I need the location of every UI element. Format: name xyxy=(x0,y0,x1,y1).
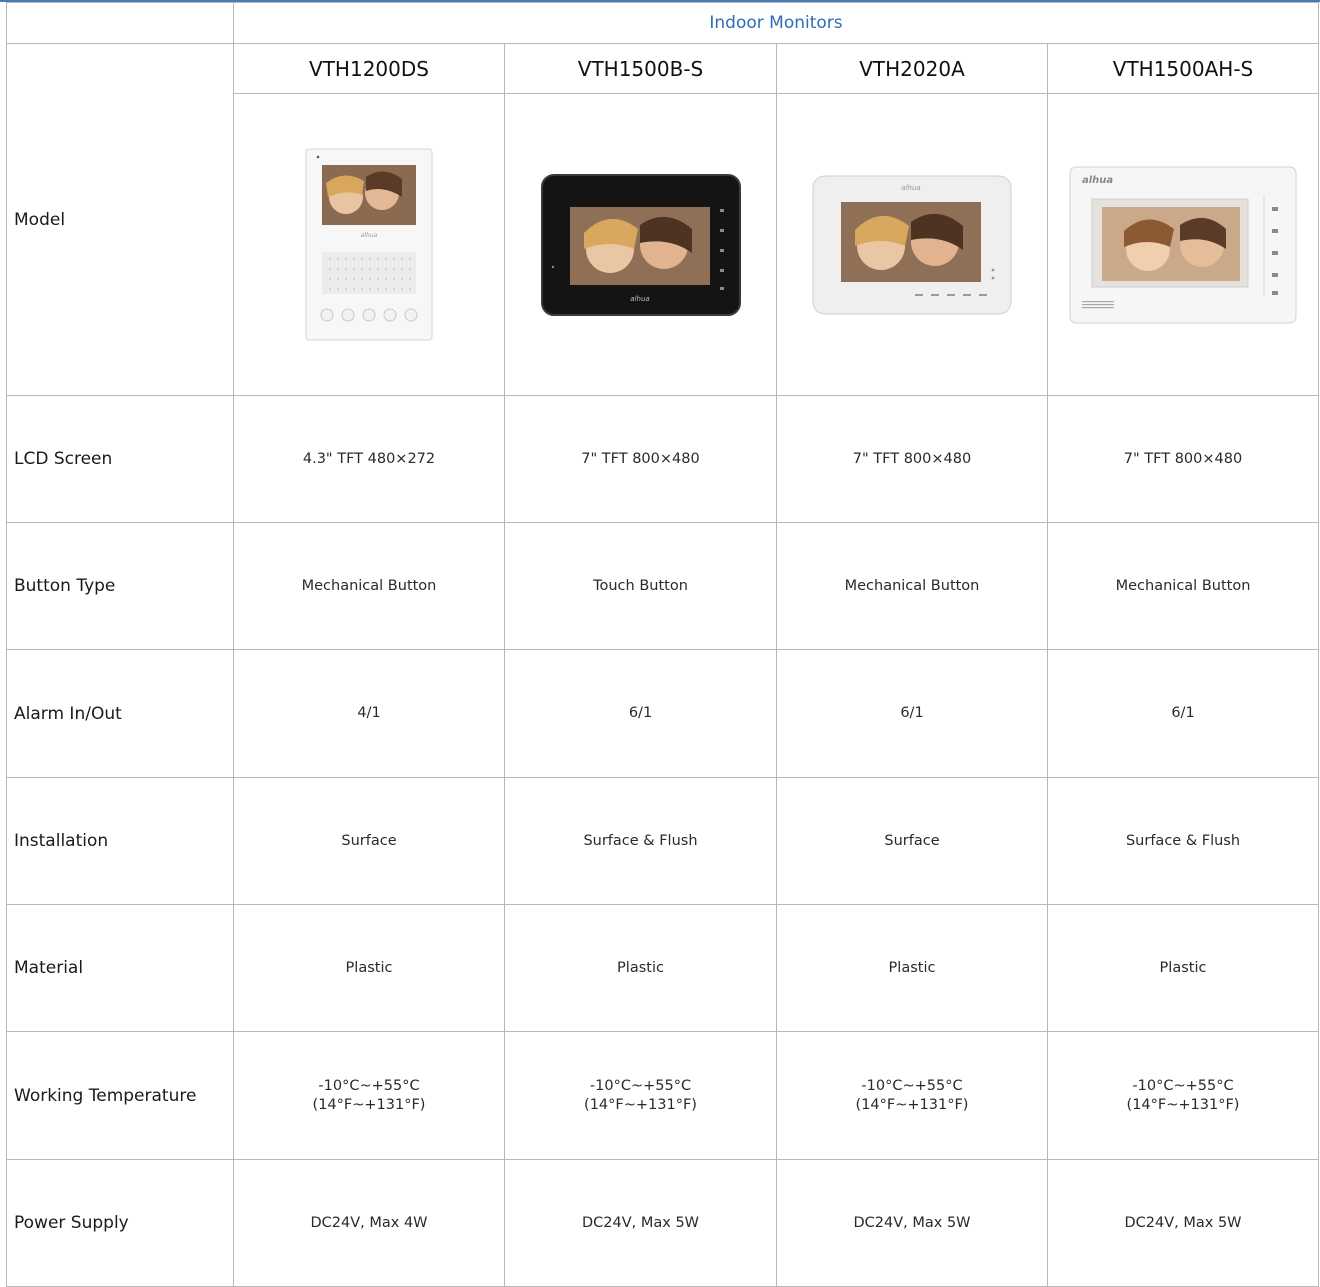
temp-celsius: -10°C~+55°C xyxy=(861,1077,963,1094)
spec-value: Plastic xyxy=(776,904,1048,1032)
spec-row: Button Type Mechanical Button Touch Butt… xyxy=(6,522,1320,650)
spec-value: Mechanical Button xyxy=(776,522,1048,650)
brand-logo: alhua xyxy=(901,184,920,192)
spec-row: Installation Surface Surface & Flush Sur… xyxy=(6,777,1320,905)
spec-value: -10°C~+55°C (14°F~+131°F) xyxy=(233,1031,505,1160)
spec-value: Mechanical Button xyxy=(233,522,505,650)
row-label-model: Model xyxy=(6,43,234,396)
spec-value: DC24V, Max 5W xyxy=(776,1159,1048,1287)
spec-row: Material Plastic Plastic Plastic Plastic xyxy=(6,904,1320,1032)
spec-value: 7" TFT 800×480 xyxy=(1046,395,1320,523)
spec-row: Power Supply DC24V, Max 4W DC24V, Max 5W… xyxy=(6,1159,1320,1287)
temp-fahrenheit: (14°F~+131°F) xyxy=(855,1096,969,1113)
spec-row: LCD Screen 4.3" TFT 480×272 7" TFT 800×4… xyxy=(6,395,1320,523)
temp-celsius: -10°C~+55°C xyxy=(318,1077,420,1094)
brand-logo: alhua xyxy=(630,295,649,303)
model-name: VTH2020A xyxy=(776,43,1048,94)
spec-value: Touch Button xyxy=(504,522,777,650)
temp-fahrenheit: (14°F~+131°F) xyxy=(1126,1096,1240,1113)
spec-value: Surface & Flush xyxy=(504,777,777,905)
product-image-cell: alhua xyxy=(1046,93,1320,396)
spec-value: 6/1 xyxy=(1046,649,1320,778)
spec-value: DC24V, Max 5W xyxy=(1046,1159,1320,1287)
corner-cell xyxy=(6,2,234,44)
temp-celsius: -10°C~+55°C xyxy=(1132,1077,1234,1094)
model-name: VTH1500B-S xyxy=(504,43,777,94)
spec-table: Indoor Monitors Model VTH1200DS VTH1500B… xyxy=(6,2,1320,1287)
row-label: Alarm In/Out xyxy=(6,649,234,778)
spec-value: 4.3" TFT 480×272 xyxy=(233,395,505,523)
header-row: Indoor Monitors xyxy=(6,2,1320,44)
row-label: Installation xyxy=(6,777,234,905)
product-image-cell: alhua xyxy=(504,93,777,396)
temp-celsius: -10°C~+55°C xyxy=(589,1077,692,1094)
vth1500ah-s-image: alhua xyxy=(1069,166,1297,323)
spec-value: -10°C~+55°C (14°F~+131°F) xyxy=(504,1031,777,1160)
spec-value: 6/1 xyxy=(776,649,1048,778)
temp-fahrenheit: (14°F~+131°F) xyxy=(312,1096,426,1113)
spec-value: Plastic xyxy=(504,904,777,1032)
row-label: Power Supply xyxy=(6,1159,234,1287)
model-name: VTH1500AH-S xyxy=(1046,43,1320,94)
row-label: LCD Screen xyxy=(6,395,234,523)
spec-row: Alarm In/Out 4/1 6/1 6/1 6/1 xyxy=(6,649,1320,778)
spec-value: Mechanical Button xyxy=(1046,522,1320,650)
model-name-row: Model VTH1200DS VTH1500B-S VTH2020A VTH1… xyxy=(6,43,1320,396)
row-label: Working Temperature xyxy=(6,1031,234,1160)
row-label: Button Type xyxy=(6,522,234,650)
vth2020a-image: alhua xyxy=(812,175,1012,314)
temp-fahrenheit: (14°F~+131°F) xyxy=(584,1096,697,1113)
spec-value: -10°C~+55°C (14°F~+131°F) xyxy=(1046,1031,1320,1160)
spec-value: Plastic xyxy=(1046,904,1320,1032)
spec-row: Working Temperature -10°C~+55°C (14°F~+13… xyxy=(6,1031,1320,1160)
vth1500b-s-image: alhua xyxy=(540,173,741,316)
spec-value: Surface xyxy=(233,777,505,905)
brand-logo: alhua xyxy=(1082,175,1113,186)
spec-value: DC24V, Max 5W xyxy=(504,1159,777,1287)
model-name: VTH1200DS xyxy=(233,43,505,94)
spec-value: DC24V, Max 4W xyxy=(233,1159,505,1287)
section-header: Indoor Monitors xyxy=(232,2,1320,44)
spec-value: 7" TFT 800×480 xyxy=(776,395,1048,523)
spec-value: Surface & Flush xyxy=(1046,777,1320,905)
row-label: Material xyxy=(6,904,234,1032)
spec-value: -10°C~+55°C (14°F~+131°F) xyxy=(776,1031,1048,1160)
spec-value: 7" TFT 800×480 xyxy=(504,395,777,523)
spec-value: 6/1 xyxy=(504,649,777,778)
brand-logo: alhua xyxy=(361,232,378,239)
spec-value: Plastic xyxy=(233,904,505,1032)
vth1200ds-image: alhua xyxy=(305,148,433,341)
spec-value: Surface xyxy=(776,777,1048,905)
spec-value: 4/1 xyxy=(233,649,505,778)
product-image-cell: alhua xyxy=(776,93,1048,396)
product-image-cell: alhua xyxy=(233,93,505,396)
